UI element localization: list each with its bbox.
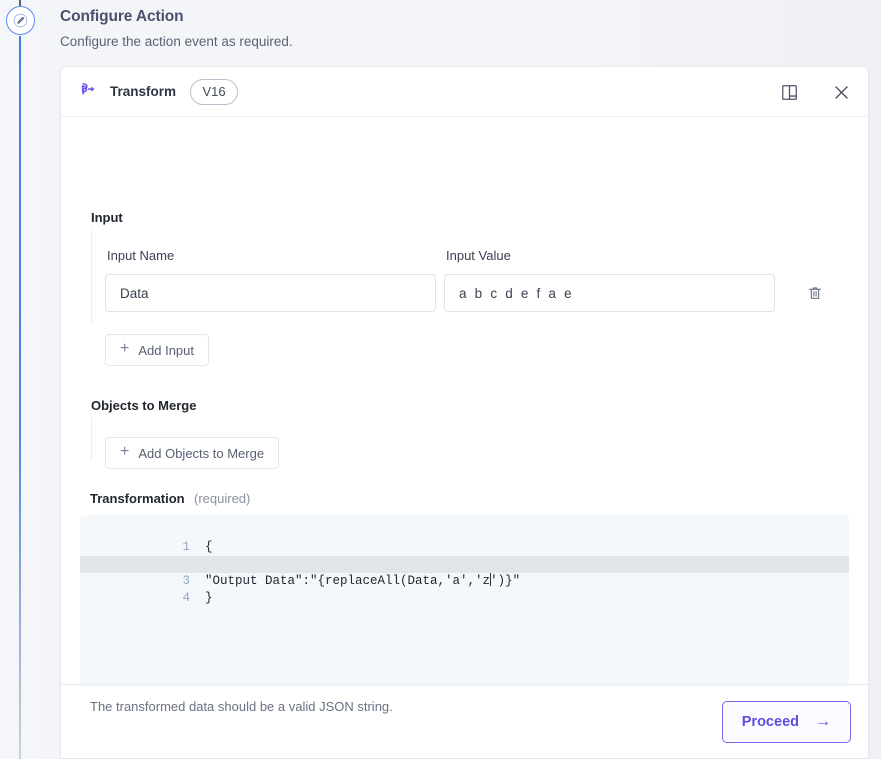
card-footer: Proceed →	[61, 684, 868, 758]
proceed-label: Proceed	[741, 713, 799, 730]
close-button[interactable]	[830, 81, 852, 103]
card-header: Transform V16	[61, 67, 868, 117]
input-value-field[interactable]	[444, 274, 775, 312]
code-line-active[interactable]: 3 "Output Data":"{replaceAll(Data,'a','z'…	[80, 556, 849, 588]
rail-connector-line	[19, 36, 21, 759]
version-badge[interactable]: V16	[190, 78, 239, 105]
action-config-card: Transform V16 Input Input Name Input Val…	[60, 66, 869, 759]
card-body: Input Input Name Input Value + Add Input…	[61, 117, 868, 714]
input-value-label: Input Value	[446, 248, 511, 263]
close-icon	[834, 85, 848, 99]
trash-icon	[809, 287, 821, 299]
card-title: Transform	[110, 84, 177, 99]
code-line[interactable]: 2"input data":"{Data}",	[80, 539, 849, 571]
page-subtitle: Configure the action event as required.	[60, 34, 293, 49]
add-input-label: Add Input	[138, 342, 194, 358]
delete-input-button[interactable]	[803, 281, 827, 305]
add-objects-to-merge-button[interactable]: + Add Objects to Merge	[105, 437, 280, 469]
merge-group-guide	[91, 418, 92, 461]
transformation-code-editor[interactable]: 1{ 2"input data":"{Data}", 3"Output Data…	[80, 515, 849, 687]
documentation-button[interactable]	[778, 81, 800, 103]
add-input-button[interactable]: + Add Input	[105, 334, 209, 366]
merge-section-label: Objects to Merge	[91, 398, 197, 413]
book-icon	[781, 84, 797, 100]
line-number: 4	[182, 591, 191, 605]
code-line[interactable]: 1{	[80, 522, 849, 554]
page-title: Configure Action	[60, 8, 184, 25]
transformation-required-hint: (required)	[194, 491, 251, 506]
card-header-actions	[778, 67, 852, 117]
edit-step-button[interactable]	[6, 6, 35, 35]
plus-icon: +	[120, 340, 130, 357]
input-section-label: Input	[91, 210, 123, 225]
input-name-field[interactable]	[105, 274, 436, 312]
transformation-label: Transformation	[90, 491, 185, 506]
input-group-guide	[91, 230, 92, 323]
proceed-button[interactable]: Proceed →	[721, 700, 851, 743]
input-name-label: Input Name	[107, 248, 175, 263]
pencil-icon	[13, 13, 28, 28]
arrow-right-icon: →	[815, 712, 831, 730]
workflow-rail	[0, 0, 40, 759]
line-text: }	[205, 591, 213, 605]
transform-icon	[81, 82, 95, 95]
plus-icon: +	[120, 443, 130, 460]
screen-root: Configure Action Configure the action ev…	[0, 0, 881, 759]
add-merge-label: Add Objects to Merge	[138, 445, 265, 461]
code-line[interactable]: 4}	[80, 573, 849, 605]
